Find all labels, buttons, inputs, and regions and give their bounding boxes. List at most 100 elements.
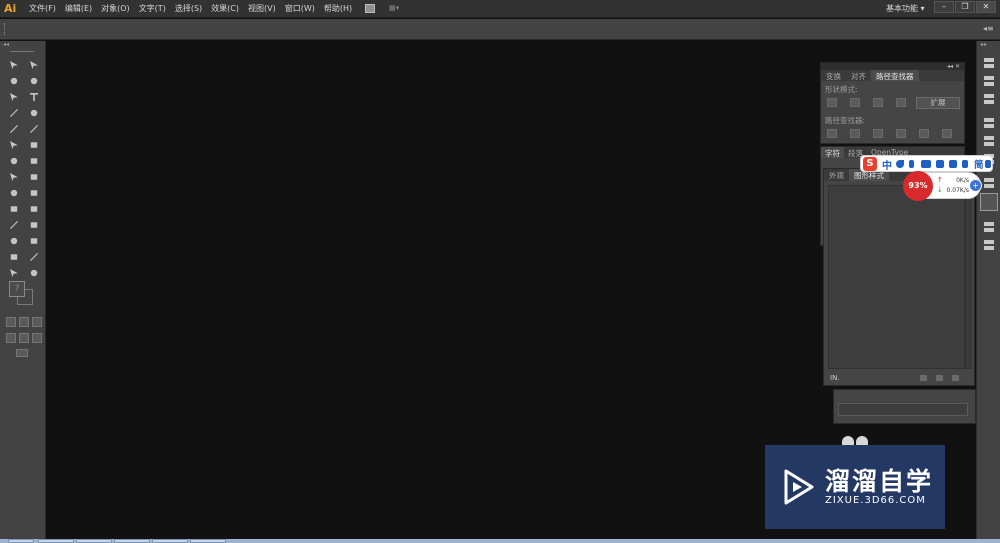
workspace-switcher[interactable]: 基本功能 ▾ <box>886 3 925 14</box>
merge-icon[interactable] <box>873 129 883 138</box>
stroke-icon[interactable] <box>983 117 995 129</box>
width-tool-icon[interactable] <box>6 171 22 183</box>
minus-front-icon[interactable] <box>850 98 860 107</box>
grip-handle[interactable] <box>4 23 6 35</box>
tab-character[interactable]: 字符 <box>821 147 844 158</box>
unite-icon[interactable] <box>827 98 837 107</box>
crop-icon[interactable] <box>896 129 906 138</box>
cpu-usage-ball[interactable]: 93% <box>903 171 933 201</box>
menu-edit[interactable]: 编辑(E) <box>65 3 92 14</box>
keyboard-icon[interactable] <box>921 160 931 168</box>
panel-menu-icon[interactable]: ◂≡ <box>983 24 994 33</box>
appearance-icon[interactable] <box>983 177 995 189</box>
zoom-tool-icon[interactable] <box>26 267 42 279</box>
blend-tool-icon[interactable] <box>26 219 42 231</box>
eyedropper-tool-icon[interactable] <box>6 219 22 231</box>
layers-icon[interactable] <box>983 221 995 233</box>
restore-button[interactable]: ❐ <box>955 1 975 13</box>
selection-tool-icon[interactable] <box>6 59 22 71</box>
symbols-icon[interactable] <box>983 93 995 105</box>
lasso-tool-icon[interactable] <box>26 75 42 87</box>
ellipse-tool-icon[interactable] <box>26 107 42 119</box>
user-icon[interactable] <box>962 160 968 168</box>
moon-icon[interactable] <box>896 160 904 168</box>
artboards-icon[interactable] <box>983 239 995 251</box>
taskbar-item[interactable] <box>114 539 150 543</box>
gradient-icon[interactable] <box>983 135 995 147</box>
menu-effect[interactable]: 效果(C) <box>211 3 239 14</box>
graphic-styles-icon[interactable] <box>980 193 998 211</box>
scale-tool-icon[interactable] <box>26 155 42 167</box>
new-style-icon[interactable] <box>936 375 943 381</box>
paintbrush-tool-icon[interactable] <box>6 123 22 135</box>
taskbar-item[interactable] <box>190 539 226 543</box>
divide-icon[interactable] <box>827 129 837 138</box>
scrollbar[interactable] <box>965 185 972 369</box>
shape-builder-tool-icon[interactable] <box>6 187 22 199</box>
skin-icon[interactable] <box>949 160 957 168</box>
menu-help[interactable]: 帮助(H) <box>324 3 352 14</box>
styles-list[interactable] <box>828 185 965 369</box>
intersect-icon[interactable] <box>873 98 883 107</box>
start-button[interactable] <box>8 539 34 543</box>
draw-normal-icon[interactable] <box>6 333 16 343</box>
menu-select[interactable]: 选择(S) <box>175 3 202 14</box>
punctuation-icon[interactable] <box>909 160 914 168</box>
exclude-icon[interactable] <box>896 98 906 107</box>
perspective-grid-tool-icon[interactable] <box>26 187 42 199</box>
menu-type[interactable]: 文字(T) <box>139 3 166 14</box>
menu-file[interactable]: 文件(F) <box>29 3 56 14</box>
magic-wand-tool-icon[interactable] <box>6 75 22 87</box>
sogou-logo-icon[interactable]: S <box>863 157 877 171</box>
tab-align[interactable]: 对齐 <box>846 70 871 81</box>
break-link-icon[interactable] <box>920 375 927 381</box>
panel-grip[interactable] <box>10 51 34 52</box>
simplified-toggle[interactable]: 简 <box>974 157 984 171</box>
panel-field[interactable] <box>838 403 968 416</box>
symbol-sprayer-tool-icon[interactable] <box>6 235 22 247</box>
menu-view[interactable]: 视图(V) <box>248 3 276 14</box>
accelerate-button[interactable]: + <box>969 179 982 192</box>
brushes-icon[interactable] <box>983 75 995 87</box>
mesh-tool-icon[interactable] <box>6 203 22 215</box>
tab-pathfinder[interactable]: 路径查找器 <box>871 70 919 81</box>
column-graph-tool-icon[interactable] <box>26 235 42 247</box>
outline-icon[interactable] <box>919 129 929 138</box>
taskbar-item[interactable] <box>76 539 112 543</box>
free-transform-tool-icon[interactable] <box>26 171 42 183</box>
minus-back-icon[interactable] <box>942 129 952 138</box>
fill-swatch[interactable]: ? <box>9 281 25 297</box>
wrench-icon[interactable] <box>985 160 991 168</box>
gradient-mode-icon[interactable] <box>19 317 29 327</box>
draw-behind-icon[interactable] <box>19 333 29 343</box>
pencil-tool-icon[interactable] <box>26 123 42 135</box>
trim-icon[interactable] <box>850 129 860 138</box>
color-guide-icon[interactable] <box>983 57 995 69</box>
collapse-icon[interactable]: ◂◂ <box>0 41 45 49</box>
screen-mode-icon[interactable] <box>16 349 28 357</box>
style-library-menu[interactable]: IN. <box>830 374 840 382</box>
taskbar-item[interactable] <box>152 539 188 543</box>
tab-appearance[interactable]: 外观 <box>824 169 849 181</box>
hand-tool-icon[interactable] <box>6 267 22 279</box>
panel-header[interactable]: ◂◂ ✕ <box>821 63 964 70</box>
none-mode-icon[interactable] <box>32 317 42 327</box>
gradient-tool-icon[interactable] <box>26 203 42 215</box>
line-tool-icon[interactable] <box>6 107 22 119</box>
toolbox-icon[interactable] <box>936 160 944 168</box>
close-button[interactable]: ✕ <box>976 1 996 13</box>
slice-tool-icon[interactable] <box>26 251 42 263</box>
arrange-documents-icon[interactable]: ▦▾ <box>389 4 407 13</box>
direct-selection-tool-icon[interactable] <box>26 59 42 71</box>
expand-panels-icon[interactable]: ▸▸ <box>981 41 987 48</box>
pen-tool-icon[interactable] <box>6 91 22 103</box>
taskbar-item[interactable] <box>38 539 74 543</box>
artboard-tool-icon[interactable] <box>6 251 22 263</box>
rotate-tool-icon[interactable] <box>6 155 22 167</box>
menu-window[interactable]: 窗口(W) <box>285 3 315 14</box>
menu-object[interactable]: 对象(O) <box>101 3 130 14</box>
minimize-button[interactable]: – <box>934 1 954 13</box>
blob-brush-tool-icon[interactable] <box>6 139 22 151</box>
expand-button[interactable]: 扩展 <box>916 97 960 109</box>
tab-transform[interactable]: 变换 <box>821 70 846 81</box>
